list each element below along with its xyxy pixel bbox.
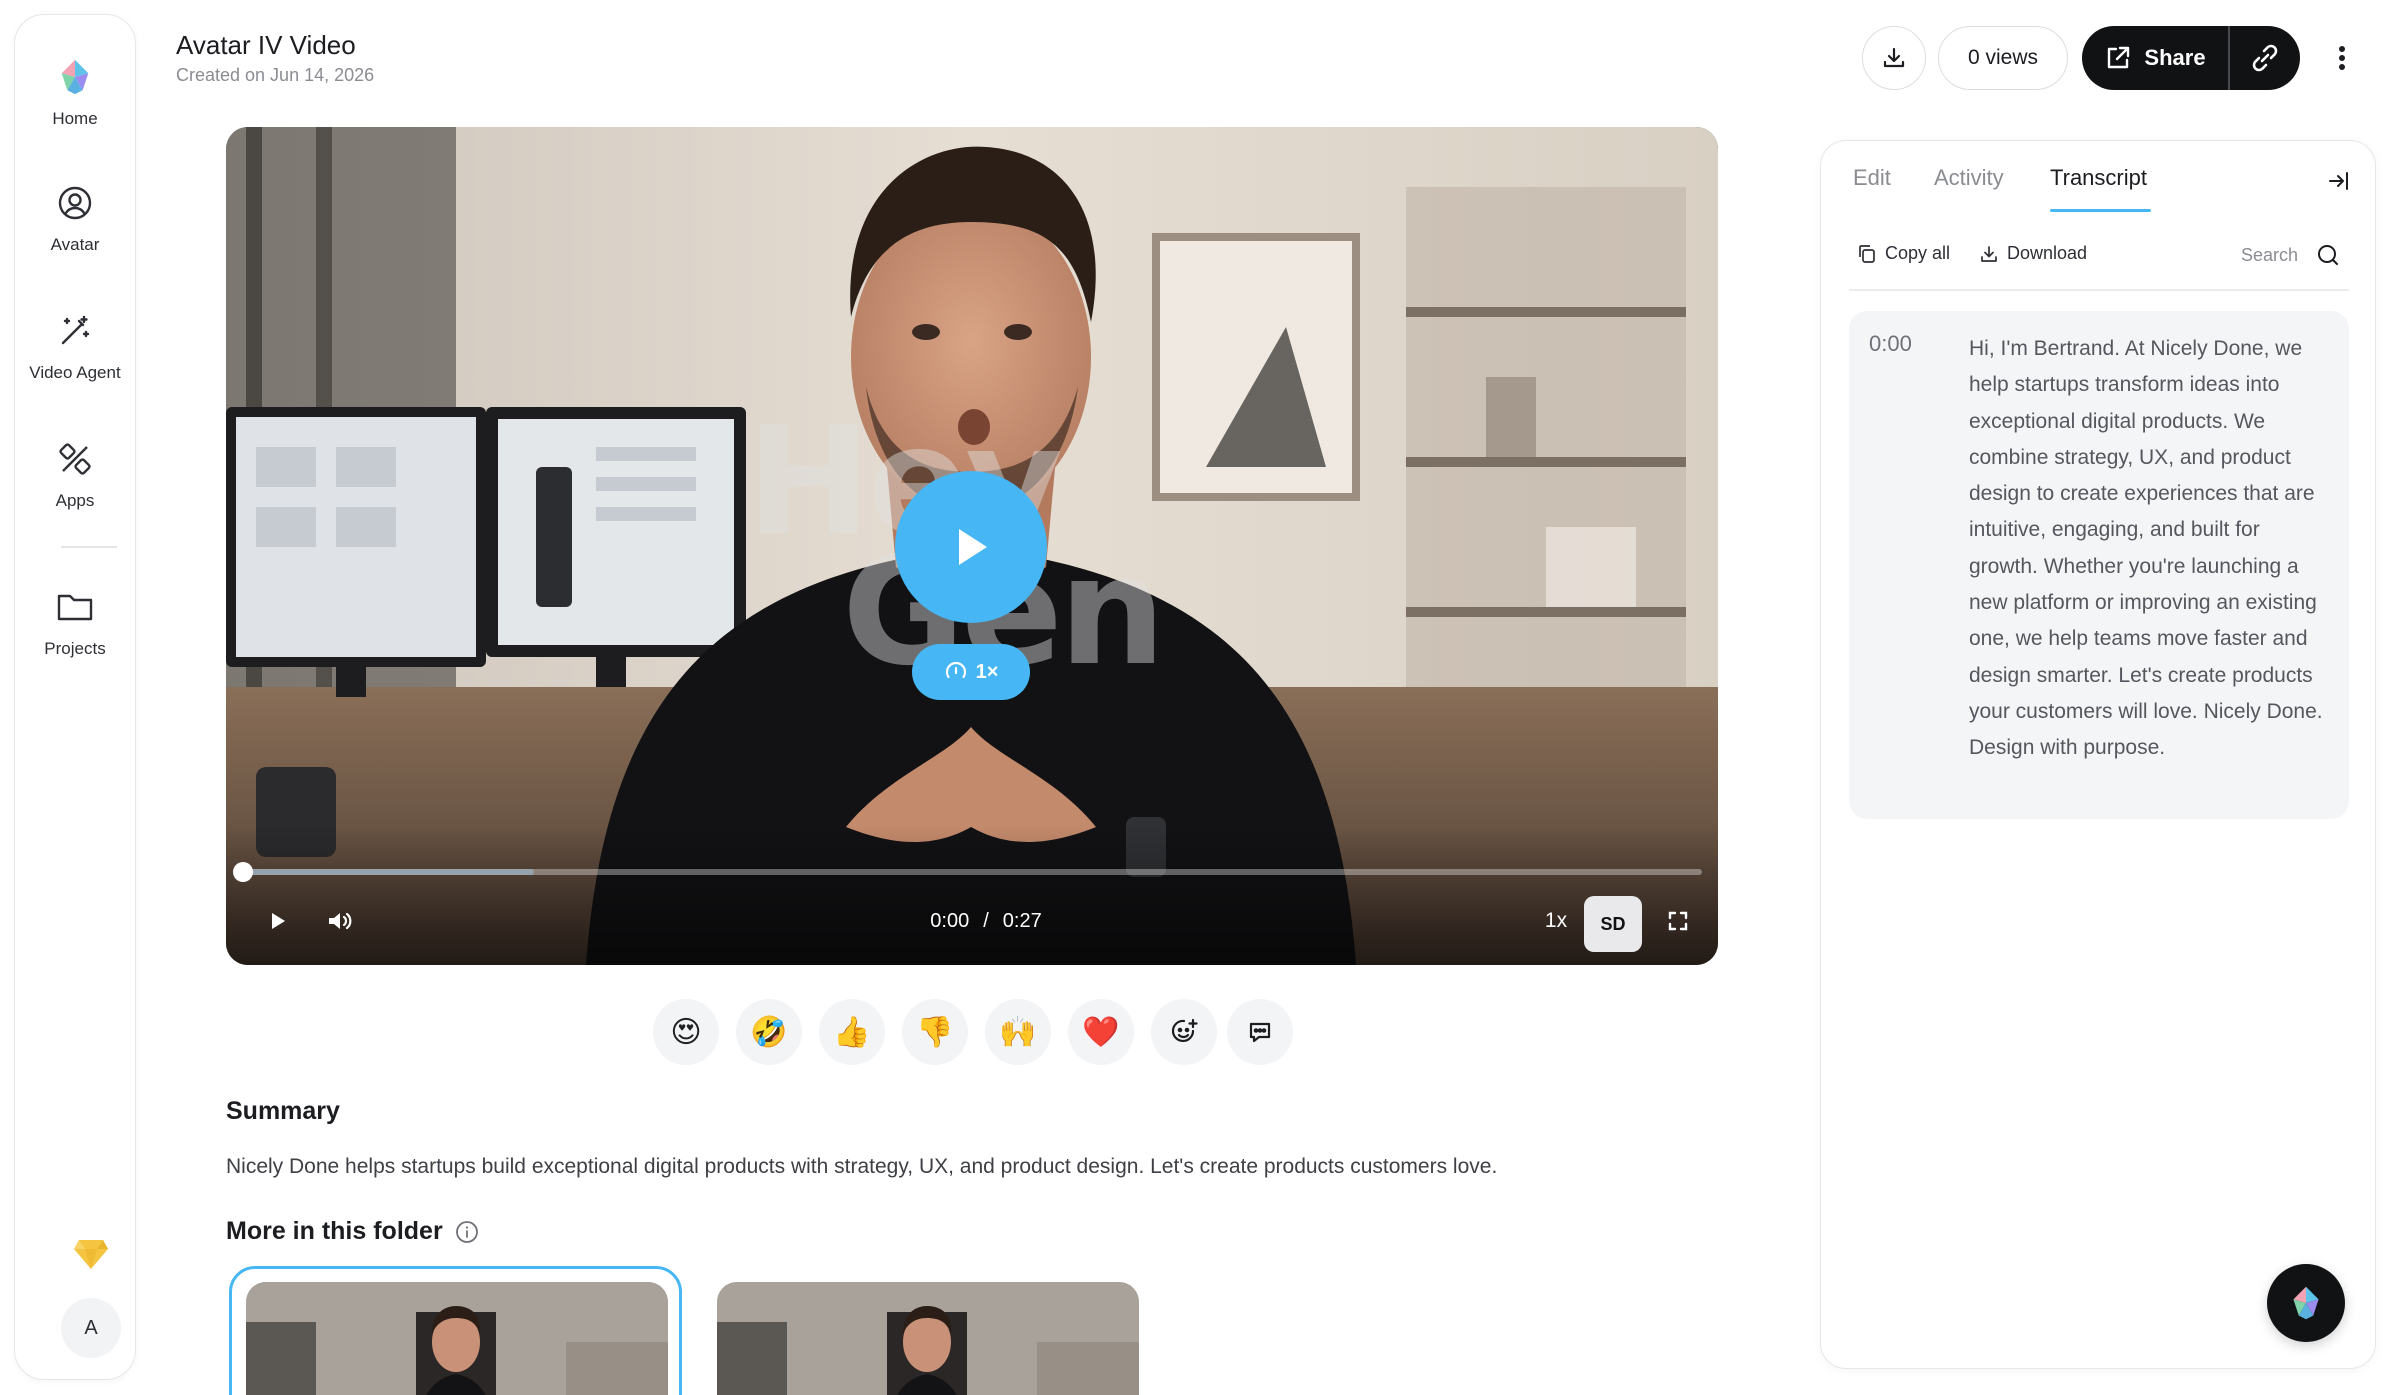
add-emoji-icon xyxy=(1171,1018,1198,1043)
logo-icon xyxy=(2293,1286,2319,1320)
quality-button[interactable]: SD xyxy=(1584,896,1642,952)
reaction-thumbs-up-button[interactable]: 👍 xyxy=(819,999,885,1065)
views-button[interactable]: 0 views xyxy=(1938,26,2068,90)
user-circle-icon xyxy=(55,183,95,223)
playback-rate-label: 1x xyxy=(1544,909,1568,932)
assistant-fab-button[interactable] xyxy=(2267,1264,2345,1342)
fullscreen-icon xyxy=(1668,911,1688,931)
volume-button[interactable] xyxy=(318,897,362,945)
quality-label: SD xyxy=(1600,913,1626,934)
summary-heading: Summary xyxy=(226,1097,340,1125)
play-overlay-button[interactable] xyxy=(895,471,1047,623)
time-display: 0:00 / 0:27 xyxy=(906,897,1066,945)
sidebar-item-label: Avatar xyxy=(50,235,100,254)
transcript-text: Hi, I'm Bertrand. At Nicely Done, we hel… xyxy=(1969,337,2323,760)
folder-heading: More in this folder xyxy=(226,1217,443,1245)
copy-icon xyxy=(1859,244,1875,263)
page-title: Avatar IV Video xyxy=(176,30,356,60)
playback-rate-button[interactable]: 1x xyxy=(1534,897,1578,945)
sidebar: Home Avatar Video Agent Apps Projects A xyxy=(14,14,136,1380)
download-button[interactable] xyxy=(1862,26,1926,90)
video-player[interactable]: Hey Gen 1× 0:00 / 0:27 1x xyxy=(226,127,1718,965)
sidebar-item-apps[interactable]: Apps xyxy=(15,439,135,511)
tools-icon xyxy=(55,439,95,479)
sidebar-item-home[interactable]: Home xyxy=(15,57,135,129)
play-button[interactable] xyxy=(258,897,298,945)
reaction-heart-eyes-button[interactable]: 😍 xyxy=(653,999,719,1065)
summary-text: Nicely Done helps startups build excepti… xyxy=(226,1155,1498,1178)
folder-icon xyxy=(55,587,95,627)
external-share-icon xyxy=(2108,46,2130,69)
upgrade-gem-icon[interactable] xyxy=(73,1238,109,1270)
speed-gauge-icon xyxy=(945,661,966,679)
progress-buffered xyxy=(242,869,534,875)
sidebar-item-video-agent[interactable]: Video Agent xyxy=(15,311,135,383)
reaction-rofl-button[interactable]: 🤣 xyxy=(736,999,802,1065)
playback-speed-pill[interactable]: 1× xyxy=(912,644,1030,700)
folder-video-thumbnail[interactable] xyxy=(246,1282,668,1395)
comment-icon xyxy=(1249,1022,1271,1043)
sidebar-item-projects[interactable]: Projects xyxy=(15,587,135,659)
tab-edit[interactable]: Edit xyxy=(1853,165,1891,191)
logo-icon xyxy=(55,57,95,97)
fullscreen-button[interactable] xyxy=(1656,897,1700,945)
reaction-thumbs-down-button[interactable]: 👎 xyxy=(902,999,968,1065)
search-icon xyxy=(2318,245,2339,265)
speed-pill-label: 1× xyxy=(975,660,999,683)
play-icon xyxy=(272,913,285,929)
sidebar-item-avatar[interactable]: Avatar xyxy=(15,183,135,255)
tab-transcript[interactable]: Transcript xyxy=(2050,165,2147,191)
current-time: 0:00 xyxy=(930,909,970,932)
sidebar-item-label: Video Agent xyxy=(29,363,121,382)
details-panel: Edit Activity Transcript Copy all Downlo… xyxy=(1820,140,2376,1369)
magic-wand-icon xyxy=(55,311,95,351)
reaction-heart-button[interactable]: ❤️ xyxy=(1068,999,1134,1065)
folder-video-thumbnail[interactable] xyxy=(717,1282,1139,1395)
folder-heading-row: More in this folder xyxy=(226,1217,479,1246)
transcript-segment[interactable]: 0:00 Hi, I'm Bertrand. At Nicely Done, w… xyxy=(1849,311,2349,819)
info-icon[interactable] xyxy=(455,1220,479,1244)
download-icon xyxy=(1981,245,1997,262)
play-icon xyxy=(959,529,987,565)
sidebar-item-label: Projects xyxy=(44,639,106,658)
share-label: Share xyxy=(2144,45,2206,70)
more-vertical-icon xyxy=(2339,46,2345,70)
search-label: Search xyxy=(2241,244,2299,265)
time-separator: / xyxy=(983,909,989,932)
download-label: Download xyxy=(2007,243,2088,263)
link-icon xyxy=(2252,44,2278,72)
sidebar-item-label: Home xyxy=(52,109,98,128)
views-count: 0 views xyxy=(1967,46,2039,69)
transcript-timestamp[interactable]: 0:00 xyxy=(1869,331,1912,357)
more-options-button[interactable] xyxy=(2326,38,2358,78)
collapse-panel-button[interactable] xyxy=(2323,165,2355,197)
copy-link-button[interactable] xyxy=(2230,26,2301,90)
collapse-right-icon xyxy=(2329,172,2348,190)
add-reaction-button[interactable] xyxy=(1151,999,1217,1065)
reaction-raised-hands-button[interactable]: 🙌 xyxy=(985,999,1051,1065)
panel-divider xyxy=(1849,289,2349,291)
download-transcript-button[interactable]: Download xyxy=(1979,243,2087,264)
tab-activity[interactable]: Activity xyxy=(1934,165,2004,191)
volume-icon xyxy=(329,912,352,930)
sidebar-item-label: Apps xyxy=(55,491,95,510)
thumbnail-image xyxy=(246,1282,668,1395)
page-subtitle: Created on Jun 14, 2026 xyxy=(176,65,375,85)
active-tab-indicator xyxy=(2050,209,2151,212)
share-button-group: Share xyxy=(2082,26,2300,90)
transcript-search[interactable]: Search xyxy=(2241,243,2340,267)
share-button[interactable]: Share xyxy=(2082,26,2228,90)
copy-all-button[interactable]: Copy all xyxy=(1857,243,1950,264)
sidebar-divider xyxy=(61,546,117,548)
copy-all-label: Copy all xyxy=(1885,243,1951,263)
comment-button[interactable] xyxy=(1227,999,1293,1065)
progress-handle[interactable] xyxy=(233,862,253,882)
thumbnail-image xyxy=(717,1282,1139,1395)
duration: 0:27 xyxy=(1002,909,1042,932)
avatar-initial: A xyxy=(84,1316,98,1339)
avatar[interactable]: A xyxy=(61,1298,121,1358)
download-icon xyxy=(1883,47,1905,68)
